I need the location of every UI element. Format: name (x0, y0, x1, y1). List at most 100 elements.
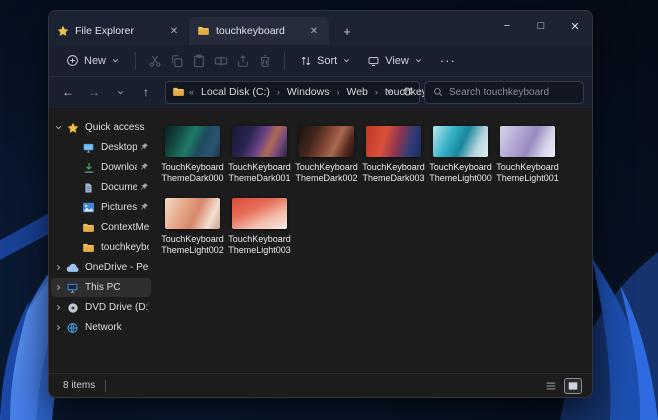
sidebar-item-network[interactable]: Network (51, 318, 151, 337)
more-options-button[interactable]: ··· (432, 53, 464, 68)
sidebar-item-desktop[interactable]: Desktop (51, 138, 151, 157)
breadcrumb-overflow[interactable]: « (189, 87, 194, 97)
file-explorer-window: File Explorer ✕ touchkeyboard ✕ + − □ ✕ … (48, 10, 593, 398)
downloads-icon (81, 162, 96, 174)
title-bar: File Explorer ✕ touchkeyboard ✕ + − □ ✕ (49, 11, 592, 45)
sidebar-item-label: ContextMenuCust (101, 222, 149, 233)
breadcrumb-separator-icon: › (277, 87, 280, 97)
folder-icon (81, 242, 96, 254)
sidebar-item-pictures[interactable]: Pictures (51, 198, 151, 217)
sidebar-item-touchkeyboard[interactable]: touchkeyboard (51, 238, 151, 257)
breadcrumb-segment[interactable]: Local Disk (C:) (198, 85, 273, 99)
delete-icon[interactable] (254, 50, 276, 72)
rename-icon[interactable] (210, 50, 232, 72)
file-item[interactable]: TouchKeyboardThemeDark003 (360, 126, 427, 184)
content-area: Quick accessDesktop Downloads DocumentsPic… (49, 108, 592, 373)
item-count: 8 items (63, 380, 95, 391)
chevron-down-icon (342, 55, 351, 67)
star-icon (65, 122, 80, 134)
file-name-label: TouchKeyboardThemeLight002 (160, 234, 226, 256)
tab-close-icon[interactable]: ✕ (307, 26, 321, 37)
file-item[interactable]: TouchKeyboardThemeLight000 (427, 126, 494, 184)
sidebar-item-label: Network (85, 322, 149, 333)
file-item[interactable]: TouchKeyboardThemeLight001 (494, 126, 561, 184)
minimize-button[interactable]: − (490, 11, 524, 41)
file-item[interactable]: TouchKeyboardThemeLight003 (226, 198, 293, 256)
forward-icon[interactable]: → (83, 81, 105, 103)
details-view-icon[interactable] (542, 378, 560, 394)
pc-icon (65, 282, 80, 294)
chevron-right-icon[interactable] (51, 323, 65, 332)
close-button[interactable]: ✕ (558, 11, 592, 41)
file-name-label: TouchKeyboardThemeLight000 (428, 162, 494, 184)
chevron-right-icon[interactable] (51, 263, 65, 272)
sidebar-item-this-pc[interactable]: This PC (51, 278, 151, 297)
file-item[interactable]: TouchKeyboardThemeLight002 (159, 198, 226, 256)
dvd-icon (65, 302, 80, 314)
share-icon[interactable] (232, 50, 254, 72)
file-item[interactable]: TouchKeyboardThemeDark001 (226, 126, 293, 184)
copy-icon[interactable] (166, 50, 188, 72)
sidebar-item-contextmenucust[interactable]: ContextMenuCust (51, 218, 151, 237)
sort-button-label: Sort (317, 55, 337, 67)
chevron-right-icon[interactable] (51, 303, 65, 312)
cut-icon[interactable] (144, 50, 166, 72)
file-thumbnail (165, 198, 220, 229)
sidebar-item-dvd-drive-d-ccc[interactable]: DVD Drive (D:) CCC (51, 298, 151, 317)
maximize-button[interactable]: □ (524, 11, 558, 41)
pin-icon (139, 199, 149, 217)
file-thumbnail (232, 198, 287, 229)
refresh-icon[interactable] (402, 83, 413, 101)
new-button-label: New (84, 55, 106, 67)
search-input[interactable] (449, 87, 575, 98)
tab-touchkeyboard[interactable]: touchkeyboard ✕ (189, 17, 329, 45)
breadcrumb-segments: Local Disk (C:)›Windows›Web›touchkeyboar… (198, 85, 381, 99)
sort-button[interactable]: Sort (293, 50, 358, 70)
tab-close-icon[interactable]: ✕ (167, 26, 181, 37)
file-thumbnail (232, 126, 287, 157)
sidebar-item-label: OneDrive - Personal (85, 262, 149, 273)
file-name-label: TouchKeyboardThemeLight003 (227, 234, 293, 256)
file-list-pane: TouchKeyboardThemeDark000TouchKeyboardTh… (153, 108, 592, 373)
chevron-right-icon[interactable] (51, 283, 65, 292)
clipboard-icon-group (144, 50, 276, 72)
up-icon[interactable]: ↑ (135, 81, 157, 103)
large-thumbnails-view-icon[interactable] (564, 378, 582, 394)
back-icon[interactable]: ← (57, 81, 79, 103)
view-monitor-icon (367, 54, 380, 66)
new-tab-button[interactable]: + (335, 21, 359, 45)
breadcrumb-segment[interactable]: Windows (284, 85, 333, 99)
sidebar-item-label: touchkeyboard (101, 242, 149, 253)
new-button[interactable]: New (59, 50, 127, 71)
sidebar-item-downloads[interactable]: Downloads (51, 158, 151, 177)
paste-icon[interactable] (188, 50, 210, 72)
sidebar-item-quick-access[interactable]: Quick access (51, 118, 151, 137)
pin-icon (139, 159, 149, 177)
breadcrumb-separator-icon: › (375, 87, 378, 97)
chevron-down-icon[interactable] (51, 123, 65, 132)
documents-icon (81, 182, 96, 194)
search-icon (433, 83, 443, 101)
breadcrumb-segment[interactable]: Web (343, 85, 370, 99)
recent-locations-chevron-icon[interactable] (109, 81, 131, 103)
view-button[interactable]: View (360, 50, 430, 70)
file-item[interactable]: TouchKeyboardThemeDark002 (293, 126, 360, 184)
address-dropdown-chevron-icon[interactable] (385, 83, 394, 101)
network-icon (65, 322, 80, 334)
toolbar-divider (284, 52, 285, 70)
breadcrumb[interactable]: « Local Disk (C:)›Windows›Web›touchkeybo… (165, 81, 420, 104)
sidebar-item-onedrive-personal[interactable]: OneDrive - Personal (51, 258, 151, 277)
chevron-down-icon (111, 55, 120, 67)
file-name-label: TouchKeyboardThemeDark001 (227, 162, 293, 184)
file-thumbnail (165, 126, 220, 157)
file-thumbnail (433, 126, 488, 157)
pictures-icon (81, 202, 96, 213)
status-bar: 8 items (49, 373, 592, 397)
sidebar-item-label: Downloads (101, 162, 137, 173)
sidebar-item-documents[interactable]: Documents (51, 178, 151, 197)
sort-arrows-icon (300, 54, 312, 66)
sidebar-item-label: DVD Drive (D:) CCC (85, 302, 149, 313)
tab-file-explorer[interactable]: File Explorer ✕ (49, 17, 189, 45)
caption-buttons: − □ ✕ (490, 11, 592, 41)
file-item[interactable]: TouchKeyboardThemeDark000 (159, 126, 226, 184)
